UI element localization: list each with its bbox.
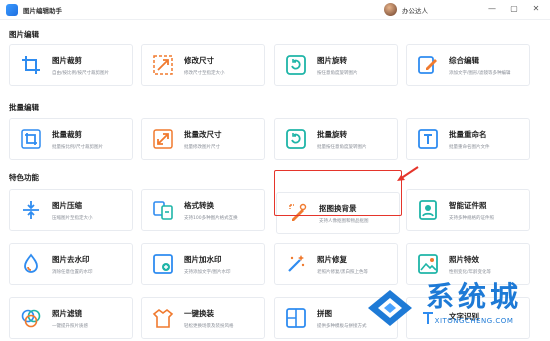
- card-title: 格式转换: [184, 200, 214, 210]
- card-desc: 支持添加文字/图片水印: [184, 269, 231, 275]
- rotate-icon: [283, 52, 309, 78]
- card-title: 批量改尺寸: [184, 129, 222, 139]
- card-desc: 支持多种规格的证件照: [449, 215, 494, 221]
- add-watermark-icon: [150, 251, 176, 277]
- maximize-button[interactable]: ▢: [508, 3, 520, 15]
- card-desc: 添加文字/图形/滤镜等多种编辑: [449, 70, 511, 76]
- card-desc: 一键提升照片质感: [52, 323, 88, 329]
- card-outfit-change[interactable]: 一键换装轻松更换场景及装扮风格: [141, 297, 265, 339]
- remove-watermark-icon: [18, 251, 44, 277]
- card-desc: 按任意角度旋转图片: [317, 70, 358, 76]
- minimize-button[interactable]: —: [486, 3, 498, 15]
- card-title: 批量旋转: [317, 129, 347, 139]
- card-title: 修改尺寸: [184, 55, 214, 65]
- resize-icon: [150, 52, 176, 78]
- card-title: 一键换装: [184, 308, 214, 318]
- card-comprehensive-edit[interactable]: 综合编辑添加文字/图形/滤镜等多种编辑: [406, 44, 530, 86]
- card-desc: 批量重命名图片文件: [449, 144, 490, 150]
- batch-crop-icon: [18, 126, 44, 152]
- card-title: 批量重命名: [449, 129, 487, 139]
- card-batch-rotate[interactable]: 批量旋转批量按任意角度旋转图片: [274, 118, 398, 160]
- compress-icon: [18, 197, 44, 223]
- card-title: 照片滤镜: [52, 308, 82, 318]
- red-arrow-icon: [397, 166, 419, 181]
- batch-rotate-icon: [283, 126, 309, 152]
- card-title: 图片裁剪: [52, 55, 82, 65]
- section-title-batch-edit: 批量编辑: [9, 103, 39, 112]
- card-title: 照片修复: [317, 254, 347, 264]
- rename-icon: [415, 126, 441, 152]
- card-desc: 修改尺寸至指定大小: [184, 70, 225, 76]
- card-desc: 压缩图片至指定大小: [52, 215, 93, 221]
- card-title: 图片加水印: [184, 254, 222, 264]
- app-logo-icon: [6, 3, 18, 16]
- card-remove-watermark[interactable]: 图片去水印消除任意位置的水印: [9, 243, 133, 285]
- user-name[interactable]: 办公达人: [402, 5, 428, 15]
- card-desc: 消除任意位置的水印: [52, 269, 93, 275]
- card-title: 批量裁剪: [52, 129, 82, 139]
- app-title: 图片编辑助手: [23, 6, 62, 15]
- card-title: 图片去水印: [52, 254, 90, 264]
- card-add-watermark[interactable]: 图片加水印支持添加文字/图片水印: [141, 243, 265, 285]
- crop-icon: [18, 52, 44, 78]
- collage-icon: [283, 305, 309, 331]
- card-title: 智能证件照: [449, 200, 487, 210]
- avatar[interactable]: [384, 3, 397, 16]
- card-desc: 支持100多种图片格式互换: [184, 215, 238, 221]
- card-desc: 批量修改图片尺寸: [184, 144, 220, 150]
- card-desc: 批量按任意角度旋转图片: [317, 144, 367, 150]
- user-area[interactable]: 办公达人: [384, 3, 428, 16]
- title-bar: 图片编辑助手 办公达人 — ▢ ✕: [0, 0, 550, 20]
- edit-icon: [415, 52, 441, 78]
- card-batch-resize[interactable]: 批量改尺寸批量修改图片尺寸: [141, 118, 265, 160]
- card-desc: 轻松更换场景及装扮风格: [184, 323, 234, 329]
- card-image-crop[interactable]: 图片裁剪自由/按比例/按尺寸裁剪图片: [9, 44, 133, 86]
- card-rotate[interactable]: 图片旋转按任意角度旋转图片: [274, 44, 398, 86]
- section-title-image-edit: 图片编辑: [9, 30, 39, 39]
- watermark-cn: 系统城: [426, 279, 523, 313]
- card-title: 图片旋转: [317, 55, 347, 65]
- id-photo-icon: [415, 197, 441, 223]
- card-id-photo[interactable]: 智能证件照支持多种规格的证件照: [406, 189, 530, 231]
- convert-icon: [150, 197, 176, 223]
- card-batch-rename[interactable]: 批量重命名批量重命名图片文件: [406, 118, 530, 160]
- filter-icon: [18, 305, 44, 331]
- outfit-icon: [150, 305, 176, 331]
- card-title: 照片特效: [449, 254, 479, 264]
- watermark-logo-icon: [368, 289, 412, 326]
- card-format-convert[interactable]: 格式转换支持100多种图片格式互换: [141, 189, 265, 231]
- card-title: 综合编辑: [449, 55, 479, 65]
- section-title-features: 特色功能: [9, 173, 39, 182]
- magic-wand-icon: [283, 251, 309, 277]
- window-controls: — ▢ ✕: [486, 3, 542, 15]
- card-desc: 支持人像抠图和物品抠图: [319, 218, 369, 224]
- card-image-compress[interactable]: 图片压缩压缩图片至指定大小: [9, 189, 133, 231]
- card-cutout-background[interactable]: 抠图换背景支持人像抠图和物品抠图: [276, 192, 400, 234]
- close-button[interactable]: ✕: [530, 3, 542, 15]
- card-batch-crop[interactable]: 批量裁剪批量按比例/尺寸裁剪图片: [9, 118, 133, 160]
- card-desc: 自由/按比例/按尺寸裁剪图片: [52, 70, 110, 76]
- site-watermark: 系统城 XITONGCHENG.COM: [354, 266, 550, 341]
- card-photo-filter[interactable]: 照片滤镜一键提升照片质感: [9, 297, 133, 339]
- card-title: 图片压缩: [52, 200, 82, 210]
- cutout-icon: [285, 200, 311, 226]
- watermark-en: XITONGCHENG.COM: [434, 316, 514, 325]
- card-resize[interactable]: 修改尺寸修改尺寸至指定大小: [141, 44, 265, 86]
- card-title: 抠图换背景: [319, 203, 357, 213]
- card-desc: 批量按比例/尺寸裁剪图片: [52, 144, 104, 150]
- batch-resize-icon: [150, 126, 176, 152]
